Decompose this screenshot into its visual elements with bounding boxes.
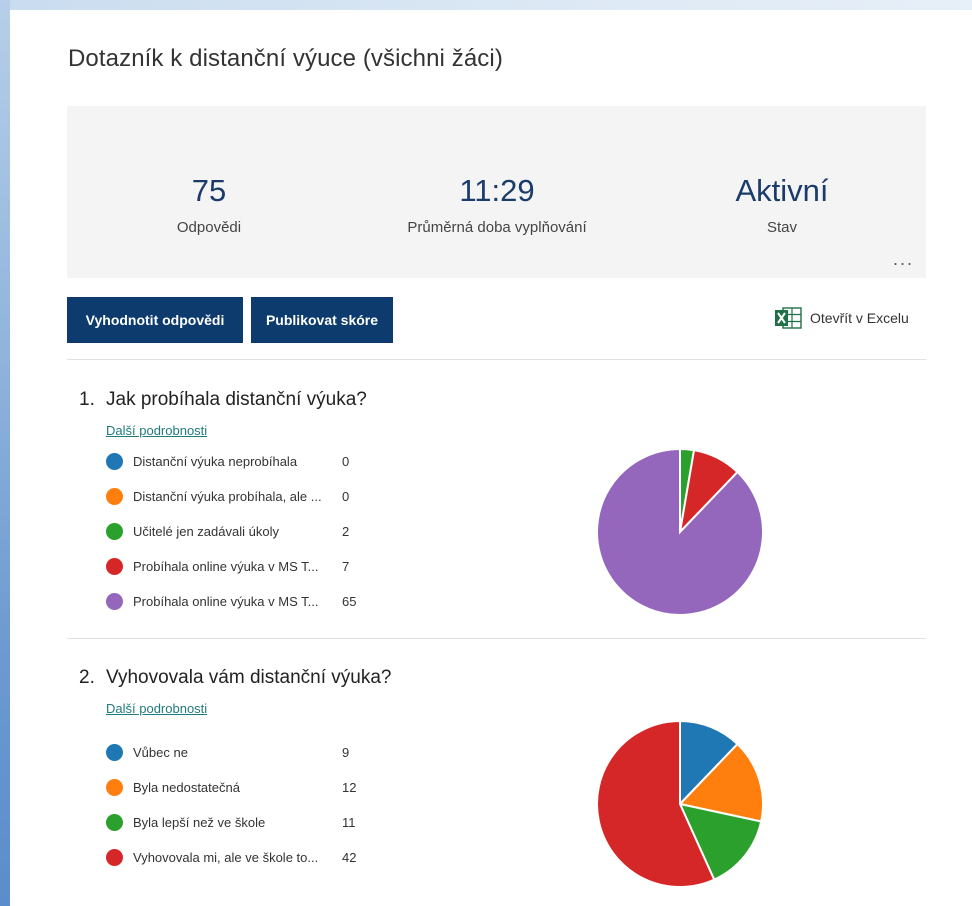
legend-label: Učitelé jen zadávali úkoly: [133, 523, 279, 539]
window-backdrop-left: [0, 0, 10, 906]
legend-color-dot: [106, 778, 123, 796]
question-2-pie-chart: [596, 719, 764, 888]
question-2-legend-item: Byla nedostatečná 12: [106, 777, 356, 797]
legend-color-dot: [106, 592, 123, 610]
question-1-legend-item: Učitelé jen zadávali úkoly 2: [106, 521, 349, 541]
question-2-text: Vyhovovala vám distanční výuka?: [106, 667, 392, 688]
legend-label: Probíhala online výuka v MS T...: [133, 558, 319, 574]
legend-count: 2: [342, 523, 350, 539]
divider: [67, 638, 926, 639]
open-in-excel-label: Otevřít v Excelu: [810, 310, 909, 326]
question-2-legend-item: Vůbec ne 9: [106, 742, 349, 762]
legend-count: 7: [342, 558, 350, 574]
legend-label: Byla nedostatečná: [133, 779, 240, 795]
legend-count: 65: [342, 593, 357, 609]
legend-color-dot: [106, 848, 123, 866]
review-answers-button[interactable]: Vyhodnotit odpovědi: [67, 297, 243, 343]
legend-label: Distanční výuka probíhala, ale ...: [133, 488, 322, 504]
average-time-label: Průměrná doba vyplňování: [407, 219, 587, 236]
legend-label: Byla lepší než ve škole: [133, 814, 266, 830]
status-label: Stav: [766, 219, 797, 236]
legend-color-dot: [106, 557, 123, 575]
legend-color-dot: [106, 452, 123, 470]
pie-slice-5: [596, 447, 764, 616]
legend-color-dot: [106, 743, 123, 761]
form-title: Dotazník k distanční výuce (všichni žáci…: [68, 45, 503, 72]
question-2-title: 2. Vyhovovala vám distanční výuka?: [79, 667, 392, 689]
forms-responses-page: Dotazník k distanční výuce (všichni žáci…: [10, 10, 972, 906]
window-backdrop-top: [0, 0, 972, 10]
question-1-legend-item: Probíhala online výuka v MS T... 7: [106, 556, 349, 576]
question-1-pie-chart: [596, 447, 764, 616]
legend-count: 0: [342, 488, 350, 504]
legend-count: 12: [342, 779, 357, 795]
question-1-title: 1. Jak probíhala distanční výuka?: [79, 389, 367, 411]
legend-color-dot: [106, 813, 123, 831]
legend-label: Probíhala online výuka v MS T...: [133, 593, 319, 609]
question-2-legend-item: Vyhovovala mi, ale ve škole to... 42: [106, 847, 356, 867]
average-time-value: 11:29: [459, 173, 535, 208]
legend-count: 0: [342, 453, 350, 469]
question-2-details-link[interactable]: Další podrobnosti: [106, 701, 207, 716]
question-1-legend-item: Distanční výuka probíhala, ale ... 0: [106, 486, 349, 506]
legend-color-dot: [106, 487, 123, 505]
status-value: Aktivní: [735, 173, 829, 208]
legend-label: Distanční výuka neprobíhala: [133, 453, 298, 469]
legend-label: Vůbec ne: [133, 744, 188, 760]
question-1-legend-item: Probíhala online výuka v MS T... 65: [106, 591, 356, 611]
legend-count: 9: [342, 744, 350, 760]
open-in-excel-link[interactable]: Otevřít v Excelu: [774, 306, 909, 330]
question-1-details-link[interactable]: Další podrobnosti: [106, 423, 207, 438]
excel-icon: [775, 307, 802, 329]
summary-panel: 75 Odpovědi 11:29 Průměrná doba vyplňová…: [67, 106, 926, 278]
responses-label: Odpovědi: [176, 219, 242, 236]
question-1-legend-item: Distanční výuka neprobíhala 0: [106, 451, 349, 471]
publish-scores-button[interactable]: Publikovat skóre: [251, 297, 393, 343]
question-2-legend-item: Byla lepší než ve škole 11: [106, 812, 356, 832]
legend-label: Vyhovovala mi, ale ve škole to...: [133, 849, 319, 865]
legend-count: 11: [342, 814, 356, 830]
divider: [67, 359, 926, 360]
question-1-text: Jak probíhala distanční výuka?: [106, 389, 367, 410]
question-2-number: 2.: [79, 667, 95, 688]
legend-color-dot: [106, 522, 123, 540]
responses-count: 75: [191, 173, 227, 208]
question-1-number: 1.: [79, 389, 95, 410]
more-options-button[interactable]: ...: [893, 249, 914, 270]
legend-count: 42: [342, 849, 357, 865]
